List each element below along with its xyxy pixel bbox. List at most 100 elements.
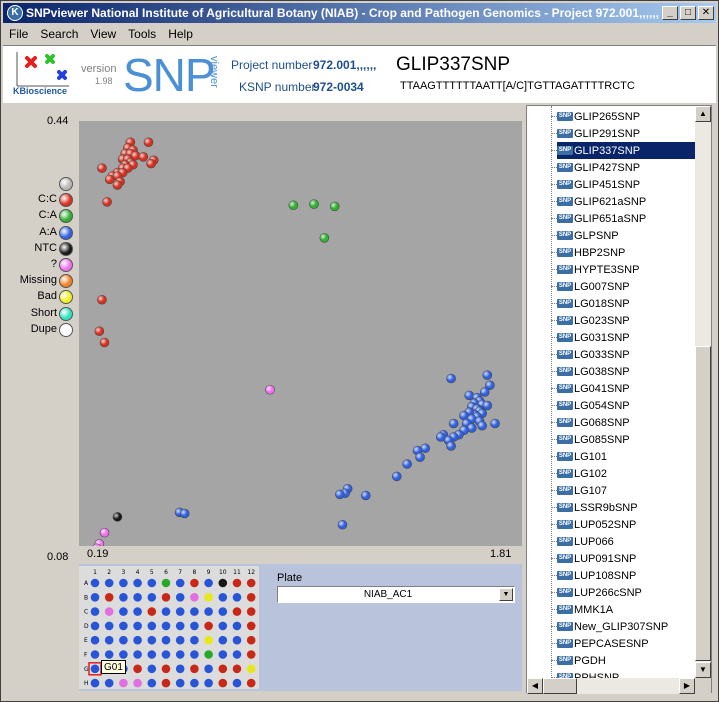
plate-well[interactable]	[133, 664, 142, 674]
plate-well[interactable]	[104, 621, 114, 631]
snp-list-item[interactable]: SNP GLIP291SNP	[557, 125, 695, 142]
plate-well[interactable]	[175, 607, 185, 616]
plate-well[interactable]	[232, 664, 242, 674]
snp-list-item[interactable]: SNP PPHSNP	[557, 669, 695, 678]
plate-well[interactable]	[147, 650, 157, 659]
close-button[interactable]: ✕	[698, 6, 714, 20]
snp-list-item[interactable]: SNP LG023SNP	[557, 312, 695, 329]
plate-well[interactable]	[175, 593, 185, 602]
plate-well[interactable]	[119, 678, 128, 688]
plate-well[interactable]	[232, 578, 242, 588]
plate-well[interactable]	[175, 650, 185, 659]
plate-well[interactable]	[175, 664, 185, 674]
hscroll-thumb[interactable]	[543, 678, 577, 694]
plate-well[interactable]	[175, 578, 185, 588]
plate-well[interactable]	[218, 578, 228, 588]
horizontal-scrollbar[interactable]: ◀ ▶	[527, 678, 695, 694]
plate-well[interactable]	[90, 650, 100, 659]
plate-well[interactable]	[147, 578, 157, 588]
plate-well[interactable]	[190, 593, 199, 602]
plate-well[interactable]	[218, 607, 228, 616]
plate-well[interactable]	[204, 635, 213, 645]
plate-well[interactable]	[232, 621, 242, 631]
scatter-svg[interactable]	[79, 121, 522, 554]
plate-well[interactable]	[104, 635, 114, 645]
plate-well[interactable]	[147, 593, 157, 602]
menu-tools[interactable]: Tools	[122, 25, 162, 43]
plate-well[interactable]	[218, 593, 228, 602]
plate-well[interactable]	[190, 578, 199, 588]
snp-list-item[interactable]: SNP LSSR9bSNP	[557, 499, 695, 516]
plate-well[interactable]	[161, 578, 171, 588]
plate-well[interactable]	[232, 593, 242, 602]
plate-well[interactable]	[246, 621, 256, 631]
snp-list-item[interactable]: SNP LG054SNP	[557, 397, 695, 414]
plate-well[interactable]	[147, 664, 157, 674]
plate-well[interactable]	[232, 678, 242, 688]
plate-well[interactable]	[90, 593, 100, 602]
plate-well[interactable]	[190, 650, 199, 659]
plate-well[interactable]	[204, 678, 213, 688]
scroll-up-icon[interactable]: ▲	[695, 106, 711, 122]
plate-well[interactable]	[161, 607, 171, 616]
menu-search[interactable]: Search	[34, 25, 84, 43]
plate-well[interactable]	[218, 650, 228, 659]
plate-well[interactable]	[246, 635, 256, 645]
snp-list-item[interactable]: SNP LG033SNP	[557, 346, 695, 363]
plate-well[interactable]	[119, 593, 128, 602]
plate-well[interactable]	[119, 607, 128, 616]
plate-well[interactable]	[90, 678, 100, 688]
snp-list-item[interactable]: SNP LG107	[557, 482, 695, 499]
menu-help[interactable]: Help	[162, 25, 199, 43]
scatter-plot[interactable]	[79, 121, 522, 554]
plate-well[interactable]	[190, 664, 199, 674]
snp-list-item[interactable]: SNP LG038SNP	[557, 363, 695, 380]
plate-well[interactable]	[175, 678, 185, 688]
snp-list-item[interactable]: SNP GLIP621aSNP	[557, 193, 695, 210]
plate-well[interactable]	[190, 635, 199, 645]
plate-well[interactable]	[218, 664, 228, 674]
plate-well[interactable]	[90, 664, 100, 674]
plate-well[interactable]	[147, 678, 157, 688]
plate-well[interactable]	[204, 607, 213, 616]
snp-list-item[interactable]: SNP PGDH	[557, 652, 695, 669]
plate-well[interactable]	[161, 650, 171, 659]
scroll-left-icon[interactable]: ◀	[527, 678, 543, 694]
plate-well[interactable]	[175, 635, 185, 645]
snp-list-item[interactable]: SNP LG018SNP	[557, 295, 695, 312]
snp-list-item[interactable]: SNP LG102	[557, 465, 695, 482]
menu-view[interactable]: View	[84, 25, 122, 43]
app-icon[interactable]: K	[7, 5, 23, 21]
snp-list-item[interactable]: SNP LUP091SNP	[557, 550, 695, 567]
snp-list-item[interactable]: SNP LG085SNP	[557, 431, 695, 448]
snp-list-item[interactable]: SNP MMK1A	[557, 601, 695, 618]
plate-well[interactable]	[104, 593, 114, 602]
plate-well[interactable]	[246, 593, 256, 602]
plate-well[interactable]	[175, 621, 185, 631]
snp-list-item[interactable]: SNP GLIP265SNP	[557, 108, 695, 125]
plate-well[interactable]	[104, 578, 114, 588]
plate-well[interactable]	[119, 578, 128, 588]
snp-list-item[interactable]: SNP New_GLIP307SNP	[557, 618, 695, 635]
snp-list-item[interactable]: SNP GLIP651aSNP	[557, 210, 695, 227]
plate-well[interactable]	[190, 621, 199, 631]
plate-well[interactable]	[232, 607, 242, 616]
plate-well[interactable]	[161, 593, 171, 602]
snp-list-item[interactable]: SNP GLIP451SNP	[557, 176, 695, 193]
snp-list-item[interactable]: SNP GLIP427SNP	[557, 159, 695, 176]
plate-well[interactable]	[90, 607, 100, 616]
plate-well[interactable]	[90, 578, 100, 588]
scroll-down-icon[interactable]: ▼	[695, 662, 711, 678]
plate-well[interactable]	[246, 578, 256, 588]
plate-well[interactable]	[133, 635, 142, 645]
plate-well[interactable]	[232, 635, 242, 645]
scroll-thumb[interactable]	[695, 346, 711, 661]
plate-well[interactable]	[218, 635, 228, 645]
plate-well[interactable]	[246, 607, 256, 616]
plate-well[interactable]	[204, 578, 213, 588]
plate-well[interactable]	[133, 650, 142, 659]
plate-well[interactable]	[133, 678, 142, 688]
plate-well[interactable]	[204, 593, 213, 602]
plate-well[interactable]	[204, 664, 213, 674]
plate-well[interactable]	[119, 621, 128, 631]
